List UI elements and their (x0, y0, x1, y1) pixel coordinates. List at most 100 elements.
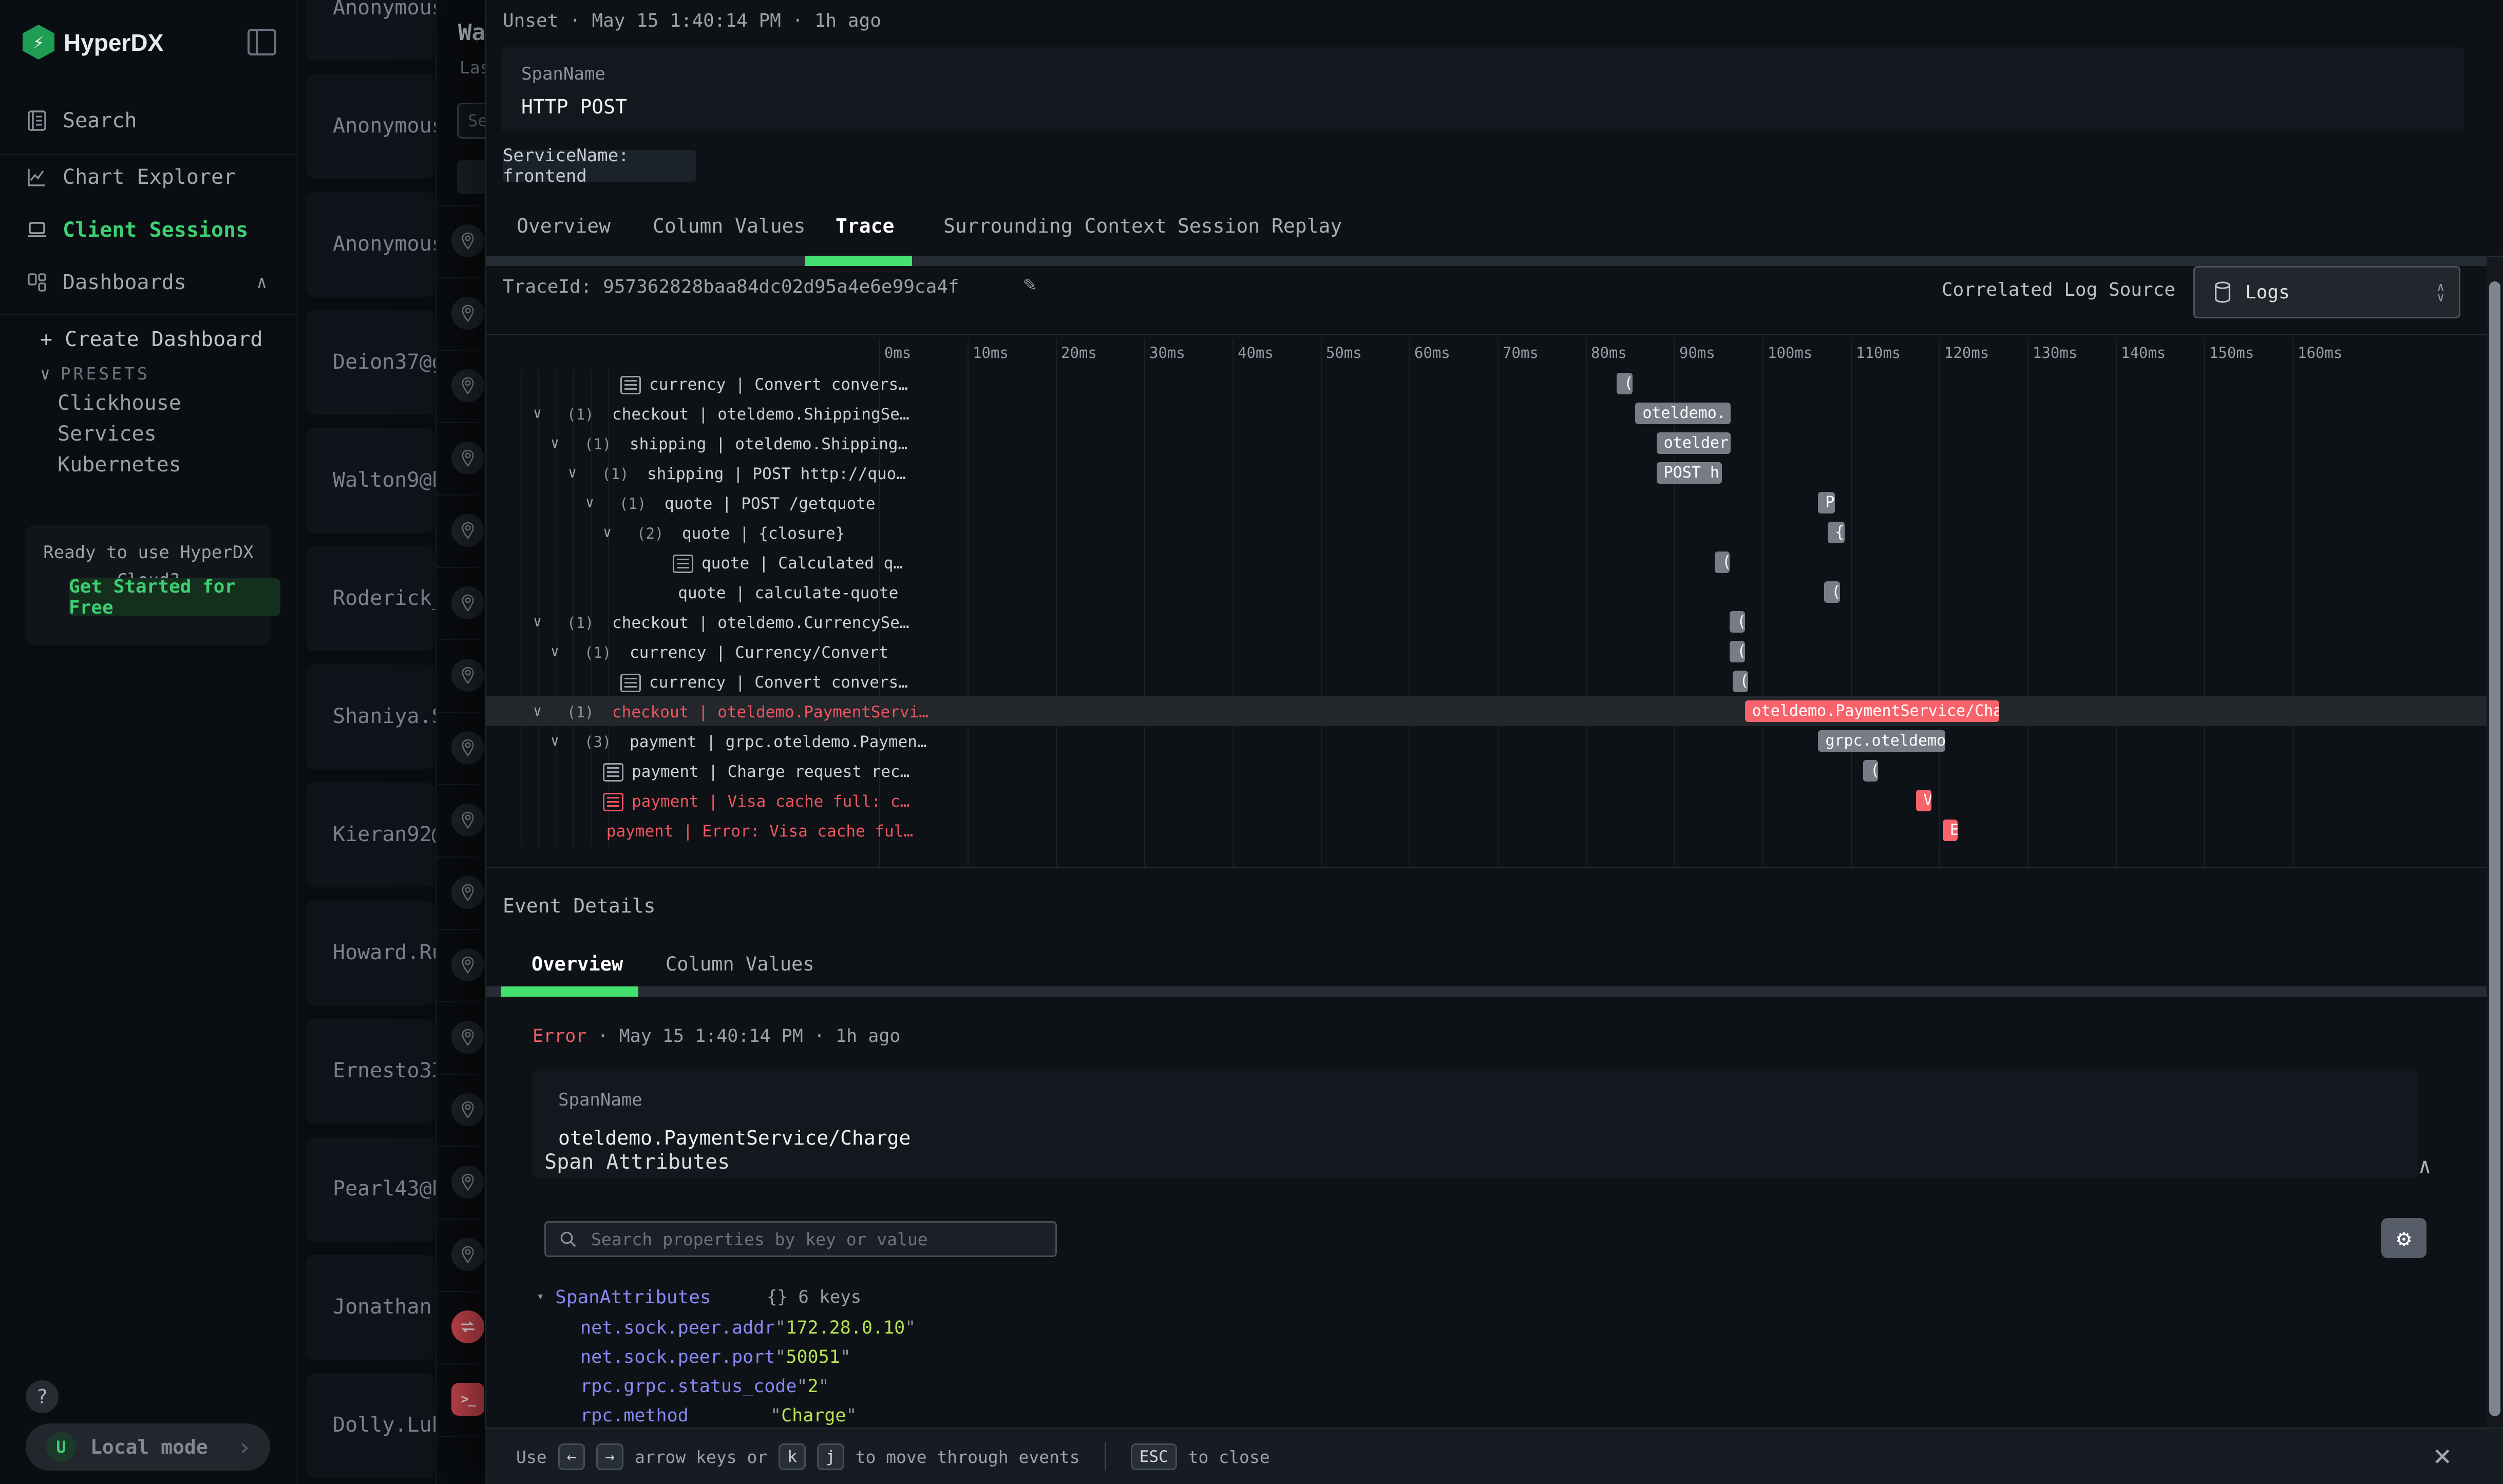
span-duration-bar[interactable]: POST h (1657, 462, 1722, 484)
session-list-item[interactable]: Anonymous (306, 192, 434, 297)
pin-marker-icon[interactable] (451, 1238, 484, 1271)
pin-marker-icon[interactable] (451, 1021, 484, 1054)
pin-marker-icon[interactable] (451, 514, 484, 547)
trace-span-row[interactable]: ∨(3)payment | grpc.oteldemo.Paymen…grpc.… (486, 726, 2503, 756)
session-list-item[interactable]: Shaniya.Sc (306, 664, 434, 769)
get-started-button[interactable]: Get Started for Free (69, 578, 280, 616)
kbd-esc[interactable]: ESC (1131, 1443, 1177, 1470)
trace-span-row[interactable]: quote | calculate-quote( (486, 577, 2503, 607)
trace-span-row[interactable]: quote | Calculated q…( (486, 547, 2503, 577)
chevron-up-icon[interactable]: ∧ (2418, 1153, 2431, 1178)
chevron-down-icon[interactable]: ∨ (568, 464, 577, 481)
gear-icon[interactable]: ⚙ (2381, 1218, 2426, 1258)
trace-span-row[interactable]: payment | Charge request rec…( (486, 756, 2503, 786)
sidebar-item-chart-explorer[interactable]: Chart Explorer (0, 159, 297, 195)
session-list-item[interactable]: Roderick_S (306, 546, 434, 651)
kbd-k[interactable]: k (779, 1443, 806, 1470)
service-name-chip[interactable]: ServiceName: frontend (503, 150, 696, 182)
scrollbar-thumb[interactable] (2489, 281, 2500, 1416)
span-duration-bar[interactable]: ( (1824, 581, 1840, 603)
span-duration-bar[interactable]: ( (1733, 671, 1749, 692)
span-duration-bar[interactable]: ( (1730, 641, 1744, 662)
trace-span-row[interactable]: ∨(2)quote | {closure}{ (486, 518, 2503, 547)
tab-column-values[interactable]: Column Values (653, 215, 805, 237)
span-duration-bar[interactable]: P (1818, 492, 1835, 513)
kbd-j[interactable]: j (817, 1443, 844, 1470)
pin-marker-icon[interactable] (451, 659, 484, 692)
sidebar-item-dashboards[interactable]: Dashboards∧ (0, 264, 297, 300)
trace-span-row[interactable]: currency | Convert convers…( (486, 667, 2503, 696)
trace-span-row[interactable]: payment | Visa cache full: c…V (486, 786, 2503, 815)
attribute-row[interactable]: rpc.method"Charge" (580, 1405, 857, 1426)
pin-marker-icon[interactable] (451, 586, 484, 619)
trace-span-row[interactable]: ∨(1)checkout | oteldemo.CurrencySe…( (486, 607, 2503, 637)
session-list-item[interactable]: Anonymous (306, 74, 434, 179)
span-duration-bar[interactable]: E (1943, 820, 1958, 841)
trace-span-row[interactable]: ∨(1)quote | POST /getquoteP (486, 488, 2503, 518)
chevron-down-icon[interactable]: ∨ (533, 702, 542, 719)
attribute-row[interactable]: rpc.grpc.status_code"2" (580, 1376, 829, 1397)
session-list-item[interactable]: Ernesto33@ (306, 1019, 434, 1124)
trace-span-row[interactable]: ∨(1)shipping | oteldemo.Shipping…otelder (486, 428, 2503, 458)
chevron-down-icon[interactable]: ∨ (551, 732, 559, 749)
trace-span-row[interactable]: payment | Error: Visa cache ful…E (486, 815, 2503, 845)
session-list-item[interactable]: Anonymous (306, 0, 434, 61)
pin-marker-icon[interactable] (451, 297, 484, 330)
collapse-sidebar-icon[interactable] (248, 29, 276, 55)
pin-marker-icon[interactable] (451, 876, 484, 909)
pin-marker-icon[interactable] (451, 731, 484, 764)
trace-span-row[interactable]: ∨(1)currency | Currency/Convert( (486, 637, 2503, 667)
pin-marker-icon[interactable] (451, 1093, 484, 1126)
event-details-tab-column-values[interactable]: Column Values (666, 953, 814, 975)
help-button[interactable]: ? (26, 1380, 59, 1413)
tab-trace[interactable]: Trace (836, 215, 894, 237)
sidebar-item-search[interactable]: Search (0, 103, 297, 139)
sidebar-preset-services[interactable]: Services (58, 422, 157, 446)
span-duration-bar[interactable]: { (1828, 522, 1845, 543)
chevron-down-icon[interactable]: ∨ (603, 524, 612, 541)
session-list-item[interactable]: Walton9@ho (306, 428, 434, 533)
span-duration-bar[interactable]: grpc.oteldemo. (1818, 730, 1945, 752)
close-icon[interactable]: × (2433, 1438, 2452, 1474)
exchange-marker-icon[interactable] (451, 1310, 484, 1343)
local-mode-menu[interactable]: U Local mode › (26, 1423, 270, 1471)
span-duration-bar[interactable]: oteldemo. (1635, 403, 1731, 424)
event-details-tab-overview[interactable]: Overview (532, 953, 623, 975)
terminal-marker-icon[interactable]: >_ (451, 1383, 484, 1416)
pencil-icon[interactable]: ✎ (1023, 272, 1036, 296)
trace-span-row[interactable]: ∨(1)checkout | oteldemo.PaymentServi…ote… (486, 696, 2503, 726)
span-duration-bar[interactable]: V (1916, 790, 1931, 811)
chevron-down-icon[interactable]: ∨ (533, 405, 542, 422)
attribute-row[interactable]: net.sock.peer.addr"172.28.0.10" (580, 1318, 916, 1338)
attribute-row[interactable]: net.sock.peer.port"50051" (580, 1347, 851, 1367)
tab-session-replay[interactable]: Session Replay (1178, 215, 1342, 237)
chevron-down-icon[interactable]: ∨ (551, 434, 559, 451)
chevron-down-icon[interactable]: ∨ (585, 494, 594, 511)
trace-span-row[interactable]: ∨(1)shipping | POST http://quo…POST h (486, 458, 2503, 488)
span-duration-bar[interactable]: ( (1863, 760, 1878, 782)
chevron-down-icon[interactable]: ∨ (533, 613, 542, 630)
kbd-right-arrow[interactable]: → (596, 1443, 623, 1470)
pin-marker-icon[interactable] (451, 948, 484, 981)
span-duration-bar[interactable]: otelder (1657, 432, 1731, 454)
tab-overview[interactable]: Overview (517, 215, 611, 237)
session-list-item[interactable]: Deion37@gm (306, 310, 434, 415)
span-duration-bar[interactable]: ( (1730, 611, 1744, 633)
span-duration-bar[interactable]: ( (1715, 551, 1730, 573)
session-list-item[interactable]: Pearl43@ho (306, 1137, 434, 1242)
session-list-item[interactable]: Jonathan.E (306, 1255, 434, 1360)
pin-marker-icon[interactable] (451, 369, 484, 402)
pin-marker-icon[interactable] (451, 1166, 484, 1198)
session-list-item[interactable]: Dolly.Lubo (306, 1373, 434, 1478)
sidebar-preset-clickhouse[interactable]: Clickhouse (58, 391, 181, 415)
presets-header[interactable]: ∨ PRESETS (40, 364, 150, 384)
kbd-left-arrow[interactable]: ← (558, 1443, 585, 1470)
span-duration-bar[interactable]: oteldemo.PaymentService/Char (1745, 700, 1999, 722)
correlated-log-source-select[interactable]: Logs ∧∨ (2193, 266, 2460, 318)
sidebar-item-client-sessions[interactable]: Client Sessions (0, 212, 297, 248)
tab-surrounding-context[interactable]: Surrounding Context (943, 215, 1167, 237)
session-list-item[interactable]: Howard.Rur (306, 901, 434, 1005)
sidebar-preset-kubernetes[interactable]: Kubernetes (58, 453, 181, 477)
trace-span-row[interactable]: ∨(1)checkout | oteldemo.ShippingSe…oteld… (486, 398, 2503, 428)
create-dashboard-button[interactable]: + Create Dashboard (40, 328, 262, 351)
